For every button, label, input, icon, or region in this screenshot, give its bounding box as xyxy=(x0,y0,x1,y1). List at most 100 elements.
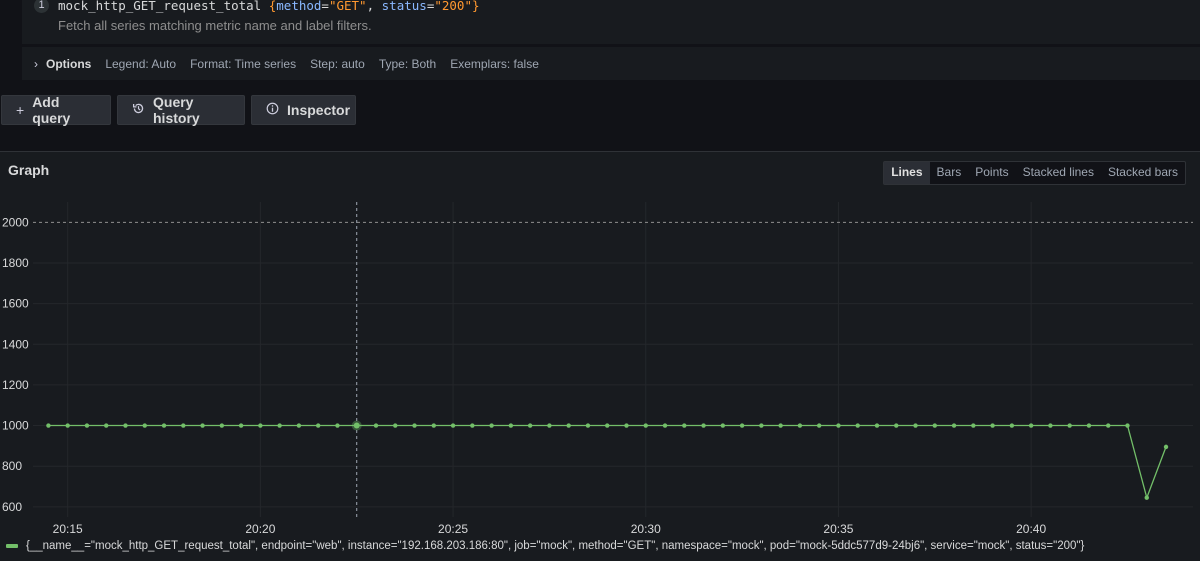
data-point xyxy=(527,423,533,428)
data-point xyxy=(277,423,282,428)
query-comma: , xyxy=(366,0,382,13)
data-point xyxy=(1144,495,1149,500)
x-tick-label: 20:30 xyxy=(631,522,661,536)
data-point xyxy=(720,423,726,428)
data-point xyxy=(874,423,880,428)
data-point xyxy=(1106,423,1111,428)
data-point xyxy=(335,423,340,428)
query-history-label: Query history xyxy=(153,94,200,126)
data-point xyxy=(65,423,70,428)
data-point xyxy=(161,423,167,428)
data-point xyxy=(412,423,417,428)
option-step: Step: auto xyxy=(310,56,365,71)
y-tick-label: 1000 xyxy=(2,419,29,433)
data-point xyxy=(971,423,976,428)
data-point xyxy=(913,423,918,428)
query-history-button[interactable]: Query history xyxy=(117,94,245,126)
y-tick-label: 800 xyxy=(2,459,22,473)
data-point xyxy=(662,423,668,428)
data-point xyxy=(759,423,764,428)
legend-label: {__name__="mock_http_GET_request_total",… xyxy=(26,540,1085,552)
series-legend[interactable]: {__name__="mock_http_GET_request_total",… xyxy=(6,540,1084,552)
x-tick-label: 20:40 xyxy=(1016,522,1046,536)
data-point xyxy=(431,423,436,428)
data-point xyxy=(489,423,494,428)
y-tick-label: 1800 xyxy=(2,256,29,270)
query-options-row[interactable]: › Options Legend: Auto Format: Time seri… xyxy=(22,47,1200,80)
data-point xyxy=(373,423,379,428)
data-point xyxy=(84,423,90,428)
data-point xyxy=(238,423,244,428)
plus-icon: + xyxy=(16,102,25,118)
data-point xyxy=(470,423,475,428)
options-title[interactable]: Options xyxy=(46,57,91,71)
data-point xyxy=(605,423,610,428)
query-label-key-method: method xyxy=(276,0,322,13)
query-brace-close: } xyxy=(471,0,480,13)
data-point xyxy=(816,423,822,428)
data-point xyxy=(836,423,841,428)
x-tick-label: 20:35 xyxy=(823,522,853,536)
data-point xyxy=(990,423,995,428)
legend-swatch xyxy=(6,544,18,548)
data-point xyxy=(200,423,205,428)
data-point xyxy=(353,422,360,429)
query-label-value-status: "200" xyxy=(434,0,472,13)
data-point xyxy=(181,423,186,428)
add-query-button[interactable]: + Add query xyxy=(1,94,111,126)
x-tick-label: 20:25 xyxy=(438,522,468,536)
query-metric: mock_http_GET_request_total xyxy=(58,0,262,13)
option-type: Type: Both xyxy=(378,56,437,71)
query-row-number: 1 xyxy=(34,0,49,13)
data-point xyxy=(932,423,937,428)
query-editor[interactable]: 1 mock_http_GET_request_total {method="G… xyxy=(22,0,1200,44)
data-point xyxy=(701,423,706,428)
option-format: Format: Time series xyxy=(190,56,297,71)
query-description: Fetch all series matching metric name an… xyxy=(58,18,372,33)
series-line xyxy=(48,424,1167,500)
info-circle-icon xyxy=(266,102,279,118)
data-point xyxy=(1125,423,1130,428)
data-point xyxy=(585,423,591,428)
add-query-label: Add query xyxy=(32,94,71,126)
data-point xyxy=(739,423,745,428)
y-tick-label: 1600 xyxy=(2,297,29,311)
data-point xyxy=(797,423,803,428)
data-point xyxy=(393,423,398,428)
data-point xyxy=(508,423,514,428)
data-point xyxy=(547,423,552,428)
query-label-key-status: status xyxy=(381,0,427,13)
data-point xyxy=(258,423,263,428)
data-point xyxy=(1009,423,1015,428)
x-tick-label: 20:15 xyxy=(53,522,83,536)
data-point xyxy=(142,423,147,428)
data-point xyxy=(643,423,648,428)
data-point xyxy=(624,423,629,428)
query-label-value-method: "GET" xyxy=(328,0,367,13)
inspector-button[interactable]: Inspector xyxy=(251,95,356,125)
query-expression[interactable]: mock_http_GET_request_total {method="GET… xyxy=(58,0,480,13)
data-point xyxy=(682,423,687,428)
data-point xyxy=(566,423,571,428)
data-point xyxy=(894,423,899,428)
y-tick-label: 2000 xyxy=(2,215,29,229)
data-point xyxy=(1048,423,1053,428)
option-legend: Legend: Auto xyxy=(105,56,177,71)
data-point xyxy=(46,423,51,428)
query-eq-1: = xyxy=(321,0,329,13)
option-exemplars: Exemplars: false xyxy=(450,56,539,71)
data-point xyxy=(123,423,128,428)
chevron-right-icon[interactable]: › xyxy=(34,57,38,71)
data-point xyxy=(1067,423,1072,428)
data-point xyxy=(296,423,302,428)
time-series-chart[interactable]: 600 800 1000 1200 1400 1600 1800 2000 20:15 20:20… xyxy=(0,152,1200,537)
y-tick-label: 1400 xyxy=(2,337,29,351)
data-point xyxy=(778,423,783,428)
data-point xyxy=(315,423,321,428)
data-point xyxy=(450,423,456,428)
data-point xyxy=(1028,423,1034,428)
data-point xyxy=(219,423,225,428)
inspector-label: Inspector xyxy=(287,102,351,118)
y-tick-label: 1200 xyxy=(2,378,29,392)
x-tick-label: 20:20 xyxy=(245,522,275,536)
